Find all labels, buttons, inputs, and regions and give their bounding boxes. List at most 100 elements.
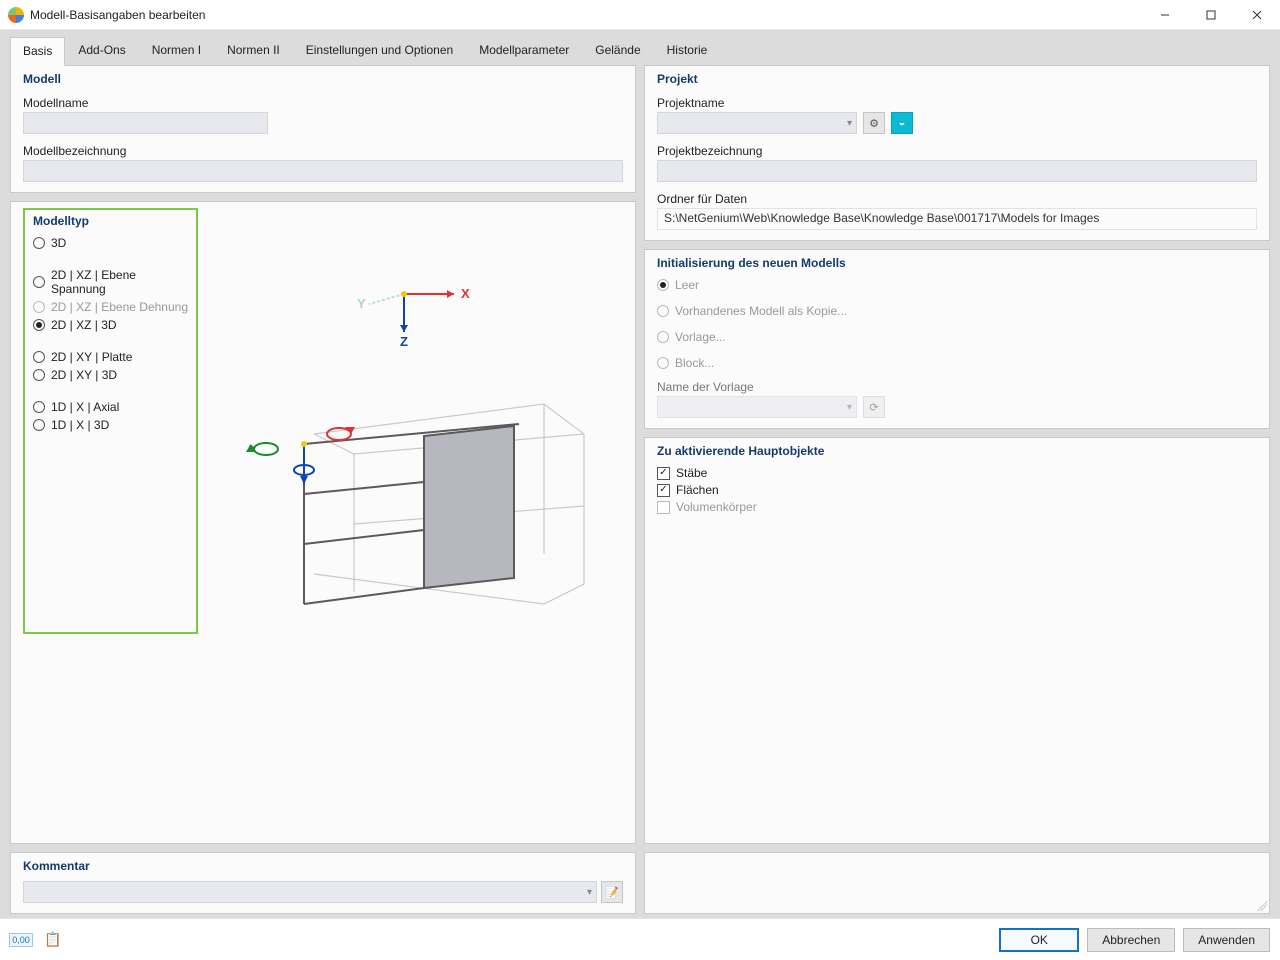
tab-label: Historie	[667, 43, 708, 57]
folder-gear-icon: ⚙	[869, 117, 879, 130]
radio-icon	[33, 401, 45, 413]
radio-icon	[657, 279, 669, 291]
project-cloud-button[interactable]: ◒	[891, 112, 913, 134]
units-button[interactable]: 0,00	[10, 931, 32, 949]
init-radios: Leer Vorhandenes Modell als Kopie... Vorla…	[657, 278, 1257, 370]
label-modellname: Modellname	[23, 96, 623, 110]
modelltyp-radio[interactable]: 2D | XZ | Ebene Spannung	[33, 268, 188, 296]
clipboard-button[interactable]: 📋	[42, 931, 64, 949]
tabstrip: Basis Add-Ons Normen I Normen II Einstel…	[0, 30, 1280, 65]
section-title: Modell	[23, 72, 623, 86]
radio-label: 2D | XY | Platte	[51, 350, 132, 364]
modelltyp-radio[interactable]: 2D | XY | 3D	[33, 368, 188, 382]
radio-icon	[33, 351, 45, 363]
panel-projekt: Projekt Projektname ▾ ⚙ ◒ Projektbezeich…	[644, 65, 1270, 241]
radio-label: 3D	[51, 236, 66, 250]
projektname-combo[interactable]: ▾	[657, 112, 857, 134]
tab-addons[interactable]: Add-Ons	[65, 36, 138, 65]
label-projektbezeichnung: Projektbezeichnung	[657, 144, 1257, 158]
hauptobjekt-checkbox: Volumenkörper	[657, 500, 1257, 514]
close-button[interactable]	[1234, 0, 1280, 30]
tab-label: Normen I	[152, 43, 201, 57]
clipboard-icon: 📋	[44, 931, 61, 948]
tab-label: Add-Ons	[78, 43, 125, 57]
tab-normen2[interactable]: Normen II	[214, 36, 293, 65]
radio-icon	[33, 237, 45, 249]
window-title: Modell-Basisangaben bearbeiten	[30, 8, 205, 22]
maximize-icon	[1206, 10, 1216, 20]
tab-label: Basis	[23, 44, 52, 58]
init-radio: Block...	[657, 356, 1257, 370]
modeltype-preview: X Z Y	[224, 208, 623, 634]
ordner-path: S:\NetGenium\Web\Knowledge Base\Knowledg…	[657, 208, 1257, 230]
radio-label: Vorhandenes Modell als Kopie...	[675, 304, 847, 318]
ok-button[interactable]: OK	[999, 928, 1079, 952]
radio-label: Leer	[675, 278, 699, 292]
section-title: Projekt	[657, 72, 1257, 86]
tab-historie[interactable]: Historie	[654, 36, 721, 65]
modellname-input[interactable]	[23, 112, 268, 134]
button-label: Anwenden	[1198, 933, 1255, 947]
tab-normen1[interactable]: Normen I	[139, 36, 214, 65]
panel-modell: Modell Modellname Modellbezeichnung	[10, 65, 636, 193]
checkbox-label: Stäbe	[676, 466, 707, 480]
vorlagename-combo: ▾	[657, 396, 857, 418]
radio-icon	[33, 369, 45, 381]
button-label: Abbrechen	[1102, 933, 1160, 947]
modelltyp-highlight: Modelltyp 3D 2D | XZ | Ebene Spannung 2D |…	[23, 208, 198, 634]
section-title: Modelltyp	[33, 214, 188, 228]
hauptobjekt-checkbox[interactable]: Flächen	[657, 483, 1257, 497]
close-icon	[1252, 10, 1262, 20]
modelltyp-radio[interactable]: 2D | XZ | 3D	[33, 318, 188, 332]
project-manager-button[interactable]: ⚙	[863, 112, 885, 134]
panel-empty-right	[644, 852, 1270, 914]
hauptobjekte-checkboxes: Stäbe Flächen Volumenkörper	[657, 466, 1257, 514]
modelltyp-radio[interactable]: 3D	[33, 236, 188, 250]
tab-gelaende[interactable]: Gelände	[582, 36, 653, 65]
axis-diagram-icon: X Z Y	[349, 274, 499, 354]
radio-label: 1D | X | 3D	[51, 418, 109, 432]
radio-label: Block...	[675, 356, 714, 370]
button-label: OK	[1031, 933, 1048, 947]
hauptobjekt-checkbox[interactable]: Stäbe	[657, 466, 1257, 480]
panel-modelltyp: Modelltyp 3D 2D | XZ | Ebene Spannung 2D |…	[10, 201, 636, 844]
section-title: Zu aktivierende Hauptobjekte	[657, 444, 1257, 458]
maximize-button[interactable]	[1188, 0, 1234, 30]
minimize-icon	[1160, 10, 1170, 20]
tab-modellparameter[interactable]: Modellparameter	[466, 36, 582, 65]
radio-label: 2D | XZ | Ebene Dehnung	[51, 300, 188, 314]
note-icon: 📝	[605, 886, 619, 899]
kommentar-combo[interactable]: ▾	[23, 881, 597, 903]
modelltyp-radio[interactable]: 1D | X | 3D	[33, 418, 188, 432]
tab-label: Einstellungen und Optionen	[306, 43, 453, 57]
refresh-template-button: ⟳	[863, 396, 885, 418]
tab-einstellungen[interactable]: Einstellungen und Optionen	[293, 36, 466, 65]
radio-icon	[657, 331, 669, 343]
axis-y-label: Y	[357, 296, 366, 311]
radio-label: 2D | XZ | 3D	[51, 318, 117, 332]
cancel-button[interactable]: Abbrechen	[1087, 928, 1175, 952]
projektbezeichnung-input[interactable]	[657, 160, 1257, 182]
modelltyp-radio[interactable]: 1D | X | Axial	[33, 400, 188, 414]
init-radio: Leer	[657, 278, 1257, 292]
label-ordner: Ordner für Daten	[657, 192, 1257, 206]
panel-initialisierung: Initialisierung des neuen Modells LeerVo…	[644, 249, 1270, 429]
checkbox-label: Flächen	[676, 483, 719, 497]
axis-z-label: Z	[400, 334, 408, 349]
kommentar-edit-button[interactable]: 📝	[601, 881, 623, 903]
content: Modell Modellname Modellbezeichnung Mode…	[0, 65, 1280, 918]
modelltyp-radio[interactable]: 2D | XY | Platte	[33, 350, 188, 364]
apply-button[interactable]: Anwenden	[1183, 928, 1270, 952]
radio-label: 1D | X | Axial	[51, 400, 119, 414]
resize-grip-icon[interactable]	[1257, 901, 1267, 911]
units-icon: 0,00	[9, 933, 33, 947]
chevron-down-icon: ▾	[587, 887, 592, 898]
modellbezeichnung-input[interactable]	[23, 160, 623, 182]
tab-basis[interactable]: Basis	[10, 37, 65, 66]
minimize-button[interactable]	[1142, 0, 1188, 30]
radio-icon	[33, 276, 45, 288]
radio-icon	[33, 319, 45, 331]
kommentar-row: Kommentar ▾ 📝	[10, 852, 1270, 914]
panel-kommentar: Kommentar ▾ 📝	[10, 852, 636, 914]
radio-label: Vorlage...	[675, 330, 726, 344]
